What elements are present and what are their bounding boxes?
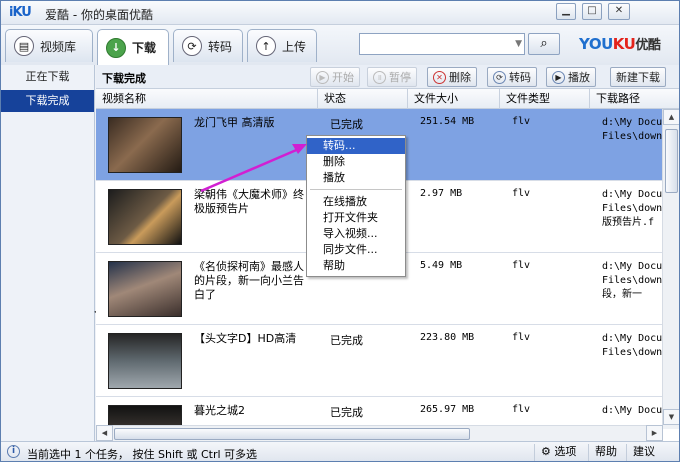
- menu-divider: [310, 189, 402, 191]
- video-status: 已完成: [330, 406, 363, 419]
- video-size: 251.54 MB: [420, 116, 475, 127]
- scroll-thumb[interactable]: [114, 428, 470, 440]
- video-type: flv: [512, 188, 531, 199]
- video-status: 已完成: [330, 118, 363, 131]
- window-title: 爱酷 - 你的桌面优酷: [45, 8, 153, 22]
- scroll-thumb[interactable]: [665, 129, 678, 193]
- gear-icon: ⚙: [541, 445, 551, 458]
- menu-item-sync-files[interactable]: 同步文件...: [307, 242, 405, 258]
- video-path: d:\My Docu: [602, 405, 662, 416]
- minimize-button[interactable]: ▁: [556, 3, 576, 20]
- options-button[interactable]: ⚙ 选项: [534, 444, 582, 461]
- sidebar-item-downloading[interactable]: 正在下载: [1, 66, 94, 88]
- status-bar: i 当前选中 1 个任务， 按住 Shift 或 Ctrl 可多选 ⚙ 选项 帮…: [1, 441, 679, 461]
- new-download-button[interactable]: 新建下载: [610, 67, 666, 87]
- menu-item-open-folder[interactable]: 打开文件夹: [307, 210, 405, 226]
- video-type: flv: [512, 332, 531, 343]
- video-type: flv: [512, 404, 531, 415]
- col-video-name[interactable]: 视频名称: [96, 89, 318, 109]
- youku-logo: YOUKU优酷: [579, 35, 661, 53]
- video-name: 暮光之城2: [194, 404, 245, 417]
- film-icon: ▤: [14, 36, 34, 56]
- search-icon: ⌕: [540, 36, 548, 51]
- video-path: d:\My Docu Files\down: [602, 333, 662, 358]
- context-menu: 转码... 删除 播放 在线播放 打开文件夹 导入视频... 同步文件... 帮…: [306, 135, 406, 277]
- video-name: 龙门飞甲 高清版: [194, 116, 275, 129]
- scroll-down-icon[interactable]: ▼: [663, 409, 679, 425]
- help-button[interactable]: 帮助: [588, 444, 623, 461]
- column-header: 视频名称 状态 文件大小 文件类型 下载路径: [96, 89, 679, 109]
- video-thumbnail: [108, 117, 182, 173]
- video-type: flv: [512, 116, 531, 127]
- col-file-type[interactable]: 文件类型: [500, 89, 590, 109]
- play-button[interactable]: ▶ 播放: [546, 67, 596, 87]
- sidebar-item-completed[interactable]: 下载完成: [1, 90, 94, 112]
- delete-button[interactable]: ✕ 删除: [427, 67, 477, 87]
- start-button[interactable]: ▶ 开始: [310, 67, 360, 87]
- pause-icon: ॥: [373, 70, 386, 84]
- play-icon: ▶: [552, 70, 565, 84]
- video-type: flv: [512, 260, 531, 271]
- action-bar: 下载完成 ▶ 开始 ॥ 暂停 ✕ 删除 ⟳ 转码 ▶ 播放 新建下载: [96, 65, 679, 89]
- video-size: 2.97 MB: [420, 188, 463, 199]
- video-status: 已完成: [330, 334, 363, 347]
- tab-video-library[interactable]: ▤ 视频库: [5, 29, 93, 62]
- menu-item-play[interactable]: 播放: [307, 170, 405, 186]
- video-thumbnail: [108, 189, 182, 245]
- video-name: 《名侦探柯南》最感人的片段，新一向小兰告白了: [194, 260, 304, 301]
- scroll-right-icon[interactable]: ▶: [646, 425, 663, 441]
- col-status[interactable]: 状态: [318, 89, 408, 109]
- col-download-path[interactable]: 下载路径: [590, 89, 679, 109]
- video-size: 265.97 MB: [420, 404, 475, 415]
- video-path: d:\My Docu Files\down: [602, 117, 662, 142]
- upload-icon: ↑: [256, 36, 276, 56]
- video-thumbnail: [108, 261, 182, 317]
- status-text: 当前选中 1 个任务， 按住 Shift 或 Ctrl 可多选: [27, 448, 258, 461]
- iku-logo: iKU: [9, 5, 32, 20]
- play-circle-icon: ▶: [316, 70, 329, 84]
- convert-button[interactable]: ⟳ 转码: [487, 67, 537, 87]
- col-file-size[interactable]: 文件大小: [408, 89, 500, 109]
- tab-upload[interactable]: ↑ 上传: [247, 29, 317, 62]
- info-icon: i: [7, 445, 20, 458]
- horizontal-scrollbar[interactable]: ◀ ▶: [96, 425, 663, 441]
- pause-button[interactable]: ॥ 暂停: [367, 67, 417, 87]
- video-name: 梁朝伟《大魔术师》终极版预告片: [194, 188, 304, 215]
- main-toolbar: ▤ 视频库 ↓ 下载 ⟳ 转码 ↑ 上传 ▼ ⌕ YOUKU优酷: [1, 25, 679, 65]
- close-button[interactable]: ✕: [608, 3, 630, 20]
- menu-item-online-play[interactable]: 在线播放: [307, 194, 405, 210]
- convert-icon: ⟳: [493, 70, 506, 84]
- app-window: iKU 爱酷 - 你的桌面优酷 ▁ □ ✕ ▤ 视频库 ↓ 下载 ⟳ 转码 ↑ …: [0, 0, 680, 462]
- video-size: 223.80 MB: [420, 332, 475, 343]
- search-button[interactable]: ⌕: [528, 33, 560, 55]
- video-thumbnail: [108, 333, 182, 389]
- video-size: 5.49 MB: [420, 260, 463, 271]
- download-icon: ↓: [106, 37, 126, 58]
- video-name: 【头文字D】HD高清: [194, 332, 297, 345]
- menu-item-help[interactable]: 帮助: [307, 258, 405, 274]
- dropdown-arrow-icon[interactable]: ▼: [515, 39, 522, 49]
- suggest-button[interactable]: 建议: [626, 444, 661, 461]
- menu-item-import-video[interactable]: 导入视频...: [307, 226, 405, 242]
- video-path: d:\My Docu Files\down 版预告片.f: [602, 189, 662, 228]
- search-input[interactable]: ▼: [359, 33, 525, 55]
- sidebar: 正在下载 下载完成 ◀: [1, 65, 100, 441]
- menu-item-delete[interactable]: 删除: [307, 154, 405, 170]
- table-row[interactable]: 【头文字D】HD高清 已完成 223.80 MB flv d:\My Docu …: [96, 325, 662, 397]
- menu-item-convert[interactable]: 转码...: [307, 138, 405, 154]
- maximize-button[interactable]: □: [582, 3, 602, 20]
- scroll-left-icon[interactable]: ◀: [96, 425, 113, 441]
- scroll-up-icon[interactable]: ▲: [663, 109, 679, 125]
- tab-convert[interactable]: ⟳ 转码: [173, 29, 243, 62]
- section-title: 下载完成: [102, 72, 146, 85]
- tab-download[interactable]: ↓ 下载: [97, 29, 169, 65]
- vertical-scrollbar[interactable]: ▲ ▼: [662, 109, 679, 429]
- convert-icon: ⟳: [182, 36, 202, 56]
- delete-x-icon: ✕: [433, 70, 446, 84]
- title-bar: iKU 爱酷 - 你的桌面优酷 ▁ □ ✕: [1, 1, 679, 25]
- video-path: d:\My Docu Files\down 段，新一: [602, 261, 662, 300]
